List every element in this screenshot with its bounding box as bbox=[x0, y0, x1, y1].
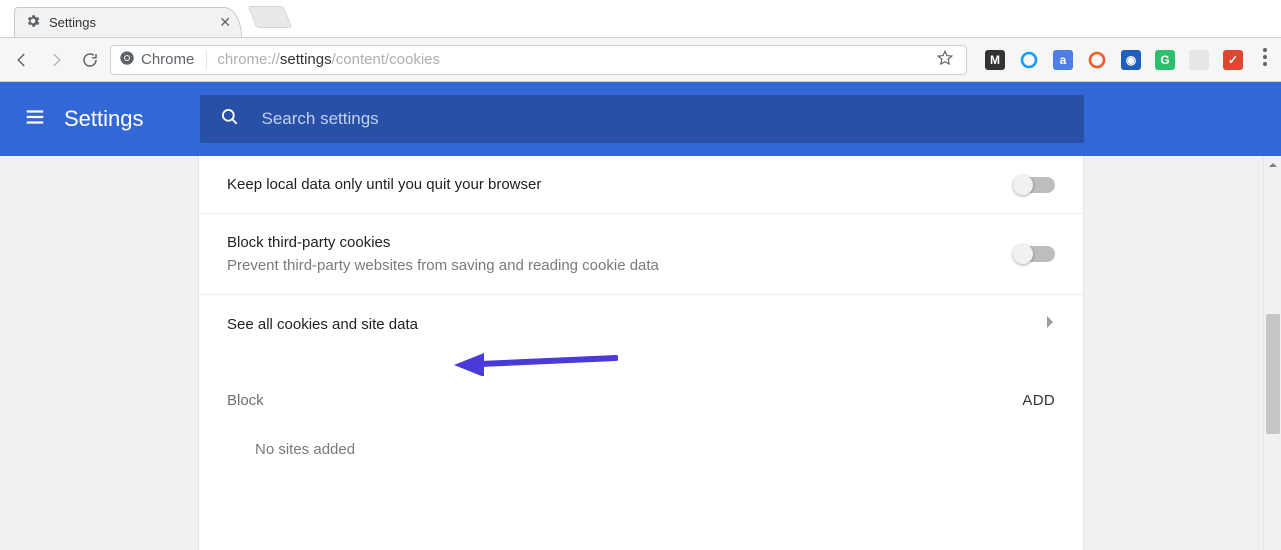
bookmark-star-icon[interactable] bbox=[936, 49, 954, 71]
gear-icon bbox=[25, 13, 41, 32]
url-strong: settings bbox=[280, 51, 332, 68]
url-suffix: /content/cookies bbox=[332, 51, 440, 68]
block-add-button[interactable]: ADD bbox=[1022, 392, 1055, 409]
extensions-row: Ma ◉ G ✓ bbox=[973, 50, 1251, 70]
ext-a-icon[interactable]: a bbox=[1053, 50, 1073, 70]
back-button[interactable] bbox=[8, 46, 36, 74]
address-bar[interactable]: Chrome chrome://settings/content/cookies bbox=[110, 45, 967, 75]
tab-close-icon[interactable]: ✕ bbox=[219, 14, 231, 31]
tab-strip: Settings ✕ bbox=[0, 0, 1281, 38]
ext-camera-icon[interactable]: ◉ bbox=[1121, 50, 1141, 70]
settings-header: Settings Search settings bbox=[0, 82, 1281, 156]
settings-panel: Keep local data only until you quit your… bbox=[198, 156, 1084, 550]
search-placeholder: Search settings bbox=[262, 109, 379, 129]
keep-local-title: Keep local data only until you quit your… bbox=[227, 176, 1015, 193]
ext-g-icon[interactable]: G bbox=[1155, 50, 1175, 70]
ext-page-icon[interactable] bbox=[1189, 50, 1209, 70]
see-all-title: See all cookies and site data bbox=[227, 316, 1045, 333]
row-see-all-cookies[interactable]: See all cookies and site data bbox=[199, 295, 1083, 364]
settings-workspace: Keep local data only until you quit your… bbox=[0, 156, 1281, 550]
search-icon bbox=[220, 107, 240, 132]
ext-circle-blue-icon[interactable] bbox=[1019, 50, 1039, 70]
block-third-party-toggle[interactable] bbox=[1015, 246, 1055, 262]
browser-toolbar: Chrome chrome://settings/content/cookies… bbox=[0, 38, 1281, 82]
row-keep-local-data: Keep local data only until you quit your… bbox=[199, 156, 1083, 214]
chevron-right-icon bbox=[1045, 315, 1055, 334]
page-title: Settings bbox=[64, 106, 144, 132]
reload-button[interactable] bbox=[76, 46, 104, 74]
vertical-scrollbar[interactable] bbox=[1263, 156, 1281, 550]
search-settings-input[interactable]: Search settings bbox=[200, 95, 1084, 143]
new-tab-button[interactable] bbox=[248, 6, 293, 28]
ext-red-icon[interactable]: ✓ bbox=[1223, 50, 1243, 70]
tab-settings[interactable]: Settings ✕ bbox=[14, 7, 242, 37]
block-section-header: Block ADD bbox=[199, 364, 1083, 419]
chrome-menu-icon[interactable] bbox=[1257, 48, 1273, 71]
block-section-label: Block bbox=[227, 392, 1022, 409]
block-empty-text: No sites added bbox=[199, 419, 1083, 480]
block-third-party-title: Block third-party cookies bbox=[227, 234, 1015, 251]
hamburger-icon[interactable] bbox=[24, 106, 46, 133]
scroll-thumb[interactable] bbox=[1266, 314, 1280, 434]
block-third-party-subtitle: Prevent third-party websites from saving… bbox=[227, 257, 1015, 274]
url-prefix: chrome:// bbox=[217, 51, 280, 68]
ext-m-icon[interactable]: M bbox=[985, 50, 1005, 70]
forward-button[interactable] bbox=[42, 46, 70, 74]
chrome-chip: Chrome bbox=[119, 50, 207, 70]
row-block-third-party: Block third-party cookies Prevent third-… bbox=[199, 214, 1083, 295]
chrome-label: Chrome bbox=[141, 51, 194, 68]
ext-swirl-icon[interactable] bbox=[1087, 50, 1107, 70]
chrome-icon bbox=[119, 50, 135, 70]
tab-title: Settings bbox=[49, 15, 96, 30]
keep-local-toggle[interactable] bbox=[1015, 177, 1055, 193]
scroll-up-icon[interactable] bbox=[1264, 156, 1281, 174]
